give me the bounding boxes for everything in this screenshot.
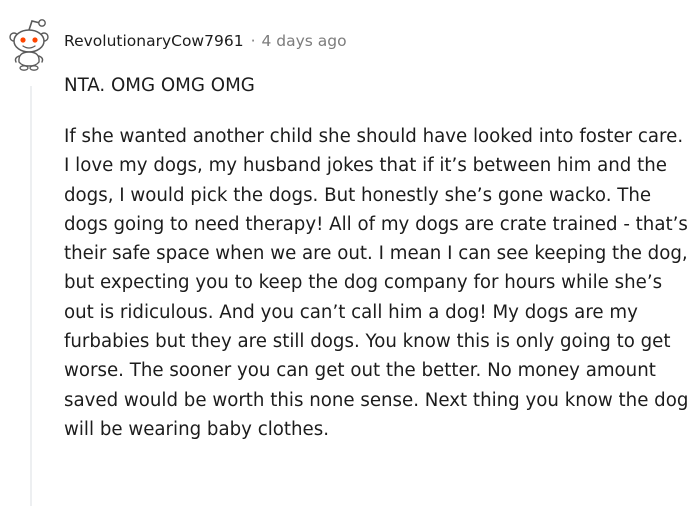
- username-link[interactable]: RevolutionaryCow7961: [64, 32, 244, 50]
- comment-paragraph: NTA. OMG OMG OMG: [64, 75, 255, 96]
- timestamp[interactable]: 4 days ago: [262, 32, 347, 50]
- meta-separator: ·: [250, 32, 256, 50]
- comment-paragraph: If she wanted another child she should h…: [64, 126, 689, 440]
- thread-line[interactable]: [30, 86, 32, 506]
- comment-meta: RevolutionaryCow7961 · 4 days ago: [64, 31, 347, 51]
- snoo-avatar-icon[interactable]: [6, 16, 52, 72]
- comment: RevolutionaryCow7961 · 4 days ago NTA. O…: [0, 0, 700, 506]
